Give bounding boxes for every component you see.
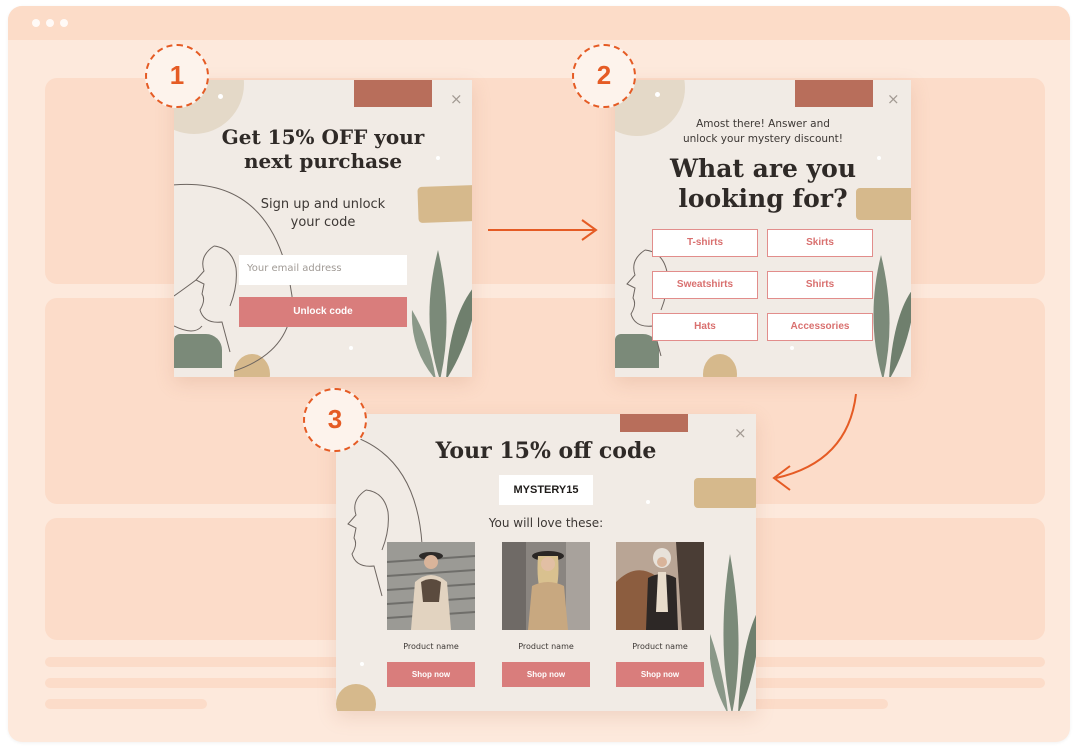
- arrow-curved-icon: [772, 393, 857, 491]
- arrow-right-icon: [488, 219, 598, 241]
- flow-arrows: [488, 219, 857, 491]
